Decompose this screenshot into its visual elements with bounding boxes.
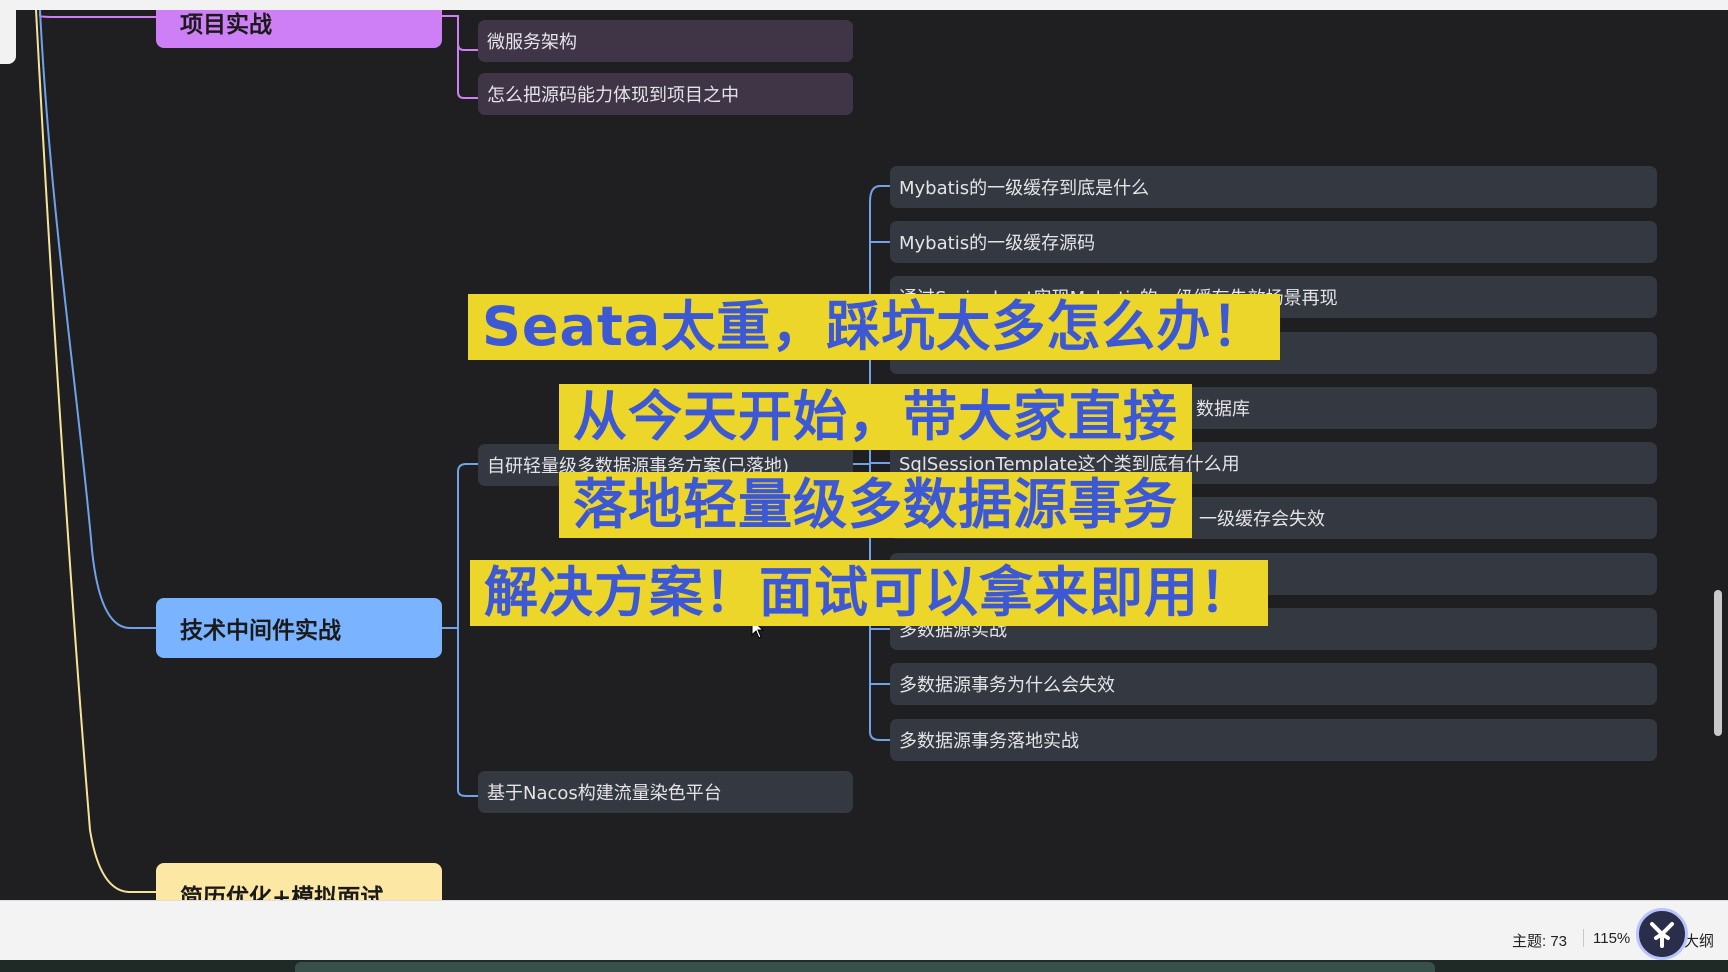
- subtopic-1[interactable]: Mybatis的一级缓存到底是什么: [890, 166, 1657, 208]
- subtopic-11[interactable]: 多数据源事务落地实战: [890, 719, 1657, 761]
- vertical-scrollbar[interactable]: [1714, 590, 1722, 736]
- subtopic-10[interactable]: 多数据源事务为什么会失效: [890, 663, 1657, 705]
- bottom-taskbar: [0, 960, 1728, 972]
- topic-middleware-label: 技术中间件实战: [180, 618, 341, 644]
- subtopic-11-label: 多数据源事务落地实战: [899, 731, 1079, 752]
- connector-root-resume: [35, 10, 156, 893]
- status-bar: [0, 900, 1728, 961]
- node-microservice[interactable]: 微服务架构: [478, 20, 853, 62]
- subtopic-8[interactable]: [890, 553, 1657, 595]
- subtopic-6[interactable]: SqlSessionTemplate这个类到底有什么用: [890, 442, 1657, 484]
- node-multi-ds-transaction[interactable]: 自研轻量级多数据源事务方案(已落地): [478, 444, 853, 486]
- window-top-bar: [0, 0, 1728, 10]
- node-microservice-label: 微服务架构: [487, 32, 577, 53]
- zoom-level[interactable]: 115%: [1593, 930, 1630, 947]
- node-multi-ds-transaction-label: 自研轻量级多数据源事务方案(已落地): [487, 456, 790, 477]
- node-source-in-project-label: 怎么把源码能力体现到项目之中: [487, 85, 739, 106]
- topic-middleware[interactable]: 技术中间件实战: [156, 598, 442, 658]
- subtopic-5-label: 数据库: [1196, 399, 1250, 420]
- connector-subtopics: [852, 185, 890, 741]
- subtopic-7[interactable]: 一级缓存会失效: [890, 497, 1657, 539]
- mouse-cursor-icon: [751, 618, 765, 639]
- subtopic-9-label: 多数据源实战: [899, 620, 1007, 641]
- node-nacos-traffic-label: 基于Nacos构建流量染色平台: [487, 783, 722, 804]
- topic-project[interactable]: 项目实战: [156, 10, 442, 48]
- subtopic-5[interactable]: 数据库: [890, 387, 1657, 429]
- connector-root-project: [39, 10, 156, 18]
- topic-project-label: 项目实战: [180, 12, 272, 38]
- subtopic-9[interactable]: 多数据源实战: [890, 608, 1657, 650]
- connector-project-children: [441, 15, 478, 99]
- subtopic-2-label: Mybatis的一级缓存源码: [899, 233, 1096, 254]
- subtopic-4[interactable]: [890, 332, 1657, 374]
- topic-count: 主题: 73: [1512, 933, 1568, 950]
- topic-resume[interactable]: 简历优化+模拟面试: [156, 863, 442, 900]
- connector-root-middleware: [39, 10, 156, 629]
- node-source-in-project[interactable]: 怎么把源码能力体现到项目之中: [478, 73, 853, 115]
- panel-corner-tab: [0, 10, 16, 64]
- app-logo-icon: [1636, 908, 1688, 960]
- subtopic-2[interactable]: Mybatis的一级缓存源码: [890, 221, 1657, 263]
- topic-resume-label: 简历优化+模拟面试: [180, 885, 384, 900]
- node-nacos-traffic[interactable]: 基于Nacos构建流量染色平台: [478, 771, 853, 813]
- subtopic-3[interactable]: 通过Springboot实现Mybatis的一级缓存失效场景再现: [890, 276, 1657, 318]
- subtopic-10-label: 多数据源事务为什么会失效: [899, 675, 1115, 696]
- subtopic-6-label: SqlSessionTemplate这个类到底有什么用: [899, 454, 1240, 475]
- status-separator: [1583, 929, 1584, 947]
- subtopic-1-label: Mybatis的一级缓存到底是什么: [899, 178, 1150, 199]
- mindmap-canvas[interactable]: 项目实战 微服务架构 怎么把源码能力体现到项目之中 自研轻量级多数据源事务方案(…: [0, 10, 1712, 900]
- subtopic-7-label: 一级缓存会失效: [1199, 509, 1325, 530]
- connector-middleware-children: [441, 463, 478, 797]
- outline-button[interactable]: 大纲: [1684, 930, 1714, 951]
- taskbar-strip: [295, 962, 1435, 972]
- subtopic-3-label: 通过Springboot实现Mybatis的一级缓存失效场景再现: [899, 288, 1338, 309]
